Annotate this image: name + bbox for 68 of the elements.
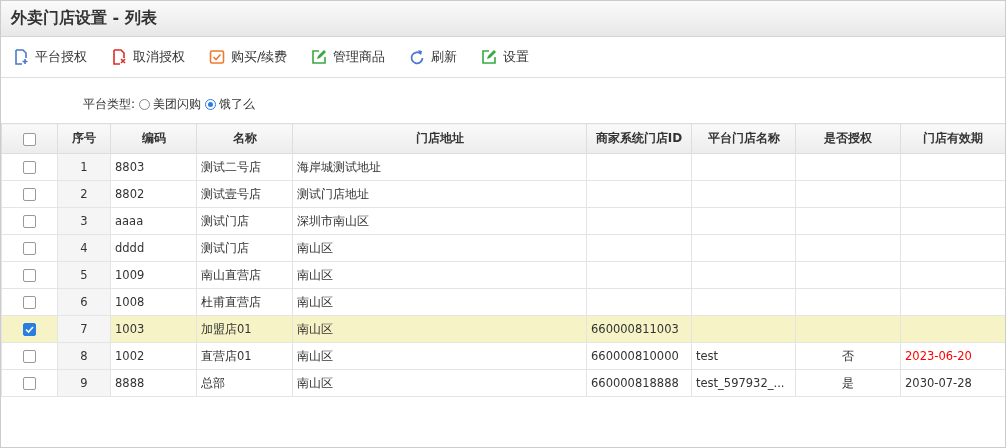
- table-cell: 直营店01: [196, 342, 293, 370]
- toolbar-button[interactable]: 取消授权: [105, 44, 191, 70]
- document-plus-icon: [13, 49, 29, 65]
- checkbox[interactable]: [23, 161, 36, 174]
- table-cell: 测试门店地址: [292, 180, 587, 208]
- window-title: 外卖门店设置 - 列表: [11, 8, 157, 29]
- table-cell: 杜甫直营店: [196, 288, 293, 316]
- table-cell: 海岸城测试地址: [292, 153, 587, 181]
- table-cell: 660000818888: [586, 369, 692, 397]
- table-cell: 南山区: [292, 261, 587, 289]
- column-header: 门店有效期: [900, 123, 1005, 154]
- table-cell: test_597932_...: [691, 369, 796, 397]
- table-cell: 1003: [110, 315, 197, 343]
- column-header: 序号: [57, 123, 111, 154]
- column-header: 商家系统门店ID: [586, 123, 692, 154]
- table-cell: 测试壹号店: [196, 180, 293, 208]
- toolbar-button[interactable]: 刷新: [403, 44, 464, 70]
- checkbox[interactable]: [23, 269, 36, 282]
- table-cell: 1009: [110, 261, 197, 289]
- toolbar-button[interactable]: 平台授权: [7, 44, 93, 70]
- column-header: 编码: [110, 123, 197, 154]
- table-cell: 测试门店: [196, 234, 293, 262]
- table-cell: 南山区: [292, 369, 587, 397]
- table-cell: 加盟店01: [196, 315, 293, 343]
- toolbar-button[interactable]: 管理商品: [305, 44, 392, 70]
- checkbox[interactable]: [23, 242, 36, 255]
- toolbar-button[interactable]: 设置: [475, 44, 536, 70]
- table-cell: 8888: [110, 369, 197, 397]
- table-cell: 1002: [110, 342, 197, 370]
- table-cell: 南山区: [292, 288, 587, 316]
- column-header: 是否授权: [795, 123, 901, 154]
- checkbox[interactable]: [23, 188, 36, 201]
- table-cell: 8802: [110, 180, 197, 208]
- refresh-icon: [409, 49, 426, 65]
- column-header: 门店地址: [292, 123, 587, 154]
- table-cell: 是: [795, 369, 901, 397]
- checkbox[interactable]: [23, 296, 36, 309]
- checkbox[interactable]: [23, 350, 36, 363]
- table-cell: dddd: [110, 234, 197, 262]
- table-cell: 南山区: [292, 342, 587, 370]
- checkbox[interactable]: [23, 323, 36, 336]
- edit-icon: [481, 49, 498, 65]
- checkbox[interactable]: [23, 377, 36, 390]
- document-x-icon: [111, 49, 127, 65]
- table-cell: 660000810000: [586, 342, 692, 370]
- table-cell: 测试二号店: [196, 153, 293, 181]
- radio-option[interactable]: 美团闪购: [139, 96, 202, 113]
- checkbox[interactable]: [23, 132, 36, 146]
- checkbox-icon: [209, 49, 225, 65]
- filter-label: 平台类型:: [83, 96, 136, 113]
- table-cell: 南山区: [292, 315, 587, 343]
- table-cell: 8803: [110, 153, 197, 181]
- edit-icon: [311, 49, 328, 65]
- column-header: 名称: [196, 123, 293, 154]
- table-cell: aaaa: [110, 207, 197, 235]
- table-cell: test: [691, 342, 796, 370]
- table-cell: 深圳市南山区: [292, 207, 587, 235]
- table-cell: 测试门店: [196, 207, 293, 235]
- table-cell: 660000811003: [586, 315, 692, 343]
- table-cell: 南山直营店: [196, 261, 293, 289]
- checkbox[interactable]: [23, 215, 36, 228]
- toolbar-button[interactable]: 购买/续费: [203, 44, 294, 70]
- table-cell: 南山区: [292, 234, 587, 262]
- column-header: 平台门店名称: [691, 123, 796, 154]
- table-cell: 否: [795, 342, 901, 370]
- radio-option[interactable]: 饿了么: [205, 96, 256, 113]
- table-cell: 1008: [110, 288, 197, 316]
- table-cell: 总部: [196, 369, 293, 397]
